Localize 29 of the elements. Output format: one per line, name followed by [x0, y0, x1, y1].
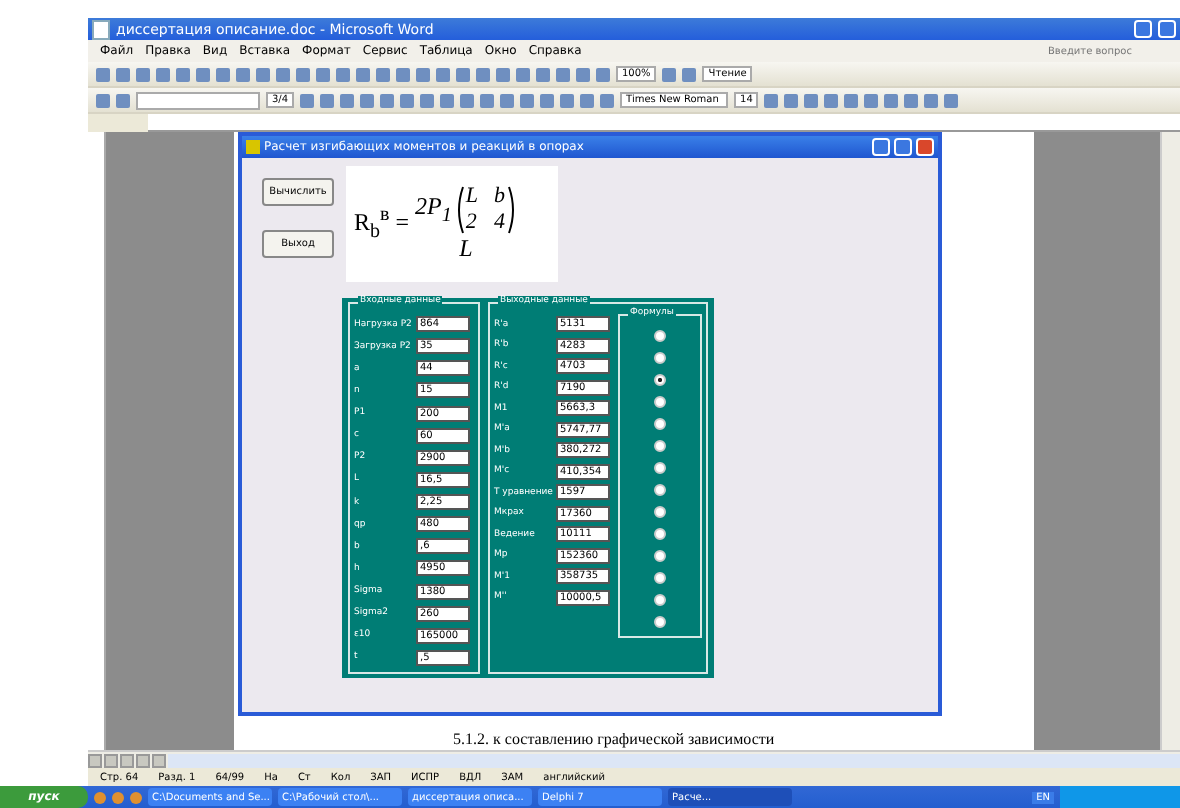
radio-button[interactable] — [654, 330, 666, 342]
maximize-button[interactable] — [894, 138, 912, 156]
radio-button[interactable] — [654, 506, 666, 518]
radio-button[interactable] — [654, 462, 666, 474]
document-heading: 5.1.2. к составлению графической зависимости — [453, 730, 775, 748]
minimize-button[interactable] — [872, 138, 890, 156]
minimize-button[interactable] — [1134, 20, 1152, 38]
line-style-dropdown[interactable] — [136, 91, 260, 109]
maximize-button[interactable] — [1158, 20, 1176, 38]
radio-button[interactable] — [654, 594, 666, 606]
radio-button[interactable] — [654, 418, 666, 430]
radio-button[interactable] — [654, 396, 666, 408]
radio-button[interactable] — [654, 440, 666, 452]
radio-button[interactable] — [654, 528, 666, 540]
document-icon — [92, 19, 110, 39]
matrix-bracket — [507, 185, 517, 233]
radio-button[interactable] — [654, 550, 666, 562]
horizontal-scrollbar[interactable] — [168, 753, 1180, 767]
matrix-bracket — [453, 185, 464, 233]
radio-button[interactable] — [654, 484, 666, 496]
vertical-scrollbar[interactable] — [1160, 132, 1180, 750]
radio-button[interactable] — [654, 572, 666, 584]
formula-image: R$_{b}$$^{в}$ = 2P$_{1}$ L b 2 4 L — [346, 166, 558, 282]
system-tray — [1060, 786, 1180, 808]
radio-button[interactable] — [654, 374, 666, 386]
radio-button[interactable] — [654, 616, 666, 628]
app-icon — [246, 140, 260, 154]
radio-button[interactable] — [654, 352, 666, 364]
close-button[interactable] — [916, 138, 934, 156]
